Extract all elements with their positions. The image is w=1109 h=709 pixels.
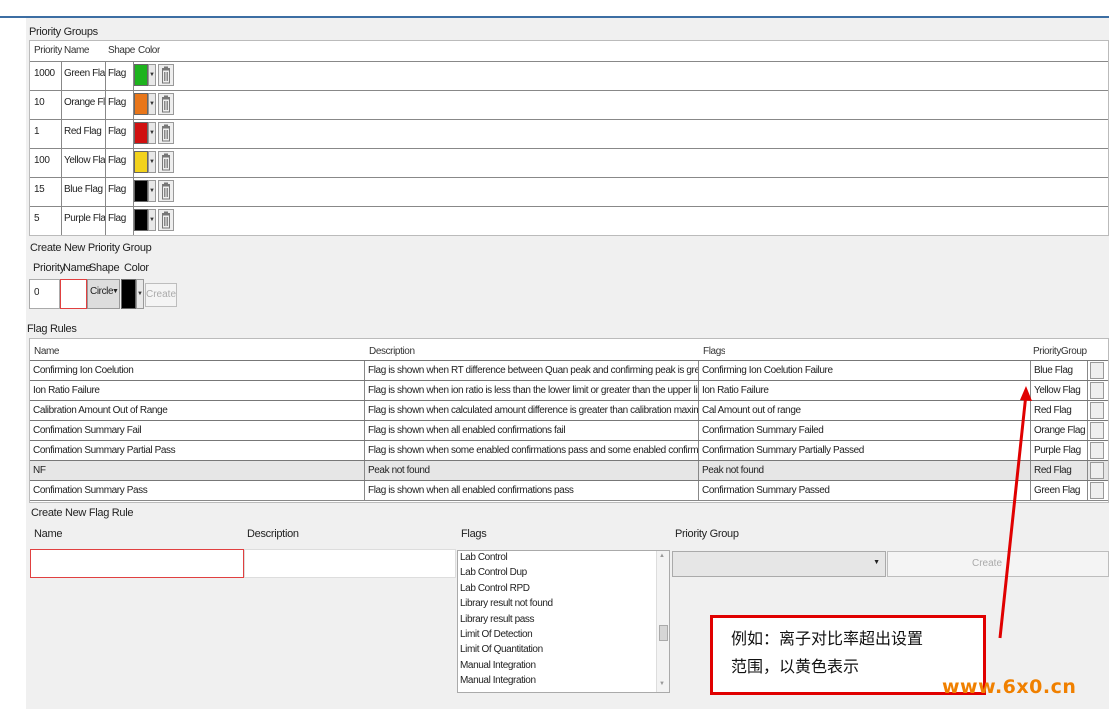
annotation-arrow-line: [998, 393, 1028, 639]
watermark-text: www.6x0.cn: [942, 676, 1077, 698]
annotation-line-1: 例如：离子对比率超出设置: [731, 631, 924, 648]
annotation-arrow-head: [1020, 386, 1032, 401]
annotation-arrow: [998, 386, 1032, 639]
